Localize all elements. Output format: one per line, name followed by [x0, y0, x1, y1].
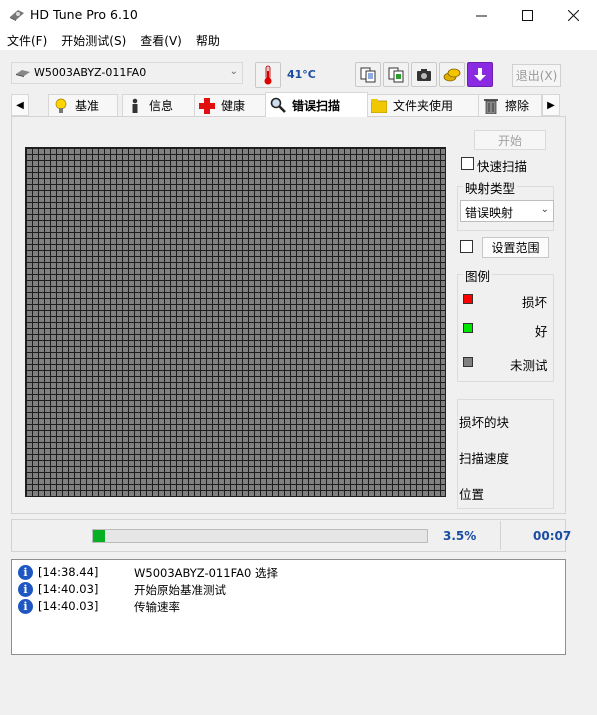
- app-logo-icon: [10, 10, 24, 21]
- tab-benchmark[interactable]: 基准: [48, 94, 118, 116]
- tab-erase-label: 擦除: [505, 99, 530, 113]
- exit-button[interactable]: 退出(X): [512, 64, 561, 87]
- log-time: [14:40.03]: [38, 599, 99, 613]
- download-arrow-icon: [474, 67, 486, 81]
- map-type-value: 错误映射: [465, 206, 514, 220]
- log-row: i [14:38.44] W5003ABYZ-011FA0 选择: [18, 564, 558, 580]
- info-icon: [127, 98, 143, 114]
- chevron-right-icon: ▶: [547, 99, 555, 111]
- info-circle-icon: i: [18, 582, 33, 597]
- tab-scroll-left[interactable]: ◀: [11, 94, 29, 116]
- set-range-button[interactable]: 设置范围: [482, 237, 549, 258]
- trash-icon: [483, 98, 499, 114]
- health-cross-icon: [199, 97, 215, 114]
- bulb-icon: [53, 98, 69, 114]
- tab-error-scan-label: 错误扫描: [292, 98, 341, 113]
- menu-file[interactable]: 文件(F): [0, 30, 54, 50]
- close-icon: [567, 9, 579, 21]
- range-checkbox[interactable]: [460, 240, 473, 253]
- save-button[interactable]: [467, 62, 493, 87]
- copy-text-button[interactable]: [355, 62, 381, 87]
- chevron-down-icon: ⌄: [229, 66, 238, 77]
- close-button[interactable]: [550, 0, 596, 30]
- error-map-grid: [25, 147, 446, 497]
- maximize-button[interactable]: [504, 0, 550, 30]
- toolbar: W5003ABYZ-011FA0 ⌄ 41°C 退出(X): [0, 50, 597, 92]
- menu-help[interactable]: 帮助: [189, 30, 227, 50]
- log-list[interactable]: i [14:38.44] W5003ABYZ-011FA0 选择 i [14:4…: [11, 559, 566, 655]
- magnifier-icon: [270, 97, 286, 113]
- damaged-blocks-label: 损坏的块: [459, 415, 510, 430]
- thermometer-icon: [264, 65, 272, 85]
- tab-scroll-right[interactable]: ▶: [542, 94, 560, 116]
- map-type-title: 映射类型: [463, 178, 518, 197]
- copy-icon: [360, 67, 376, 82]
- log-message: W5003ABYZ-011FA0 选择: [134, 566, 278, 580]
- tab-folder-usage-label: 文件夹使用: [393, 99, 454, 113]
- log-message: 传输速率: [134, 600, 180, 614]
- start-button[interactable]: 开始: [474, 130, 546, 150]
- tab-erase[interactable]: 擦除: [478, 94, 542, 116]
- legend-label-untested: 未测试: [510, 358, 548, 373]
- maximize-icon: [521, 9, 533, 21]
- temperature-button[interactable]: [255, 62, 281, 88]
- tab-info-label: 信息: [149, 99, 174, 113]
- map-type-select[interactable]: 错误映射 ⌄: [460, 200, 554, 222]
- log-time: [14:38.44]: [38, 565, 99, 579]
- tab-info[interactable]: 信息: [122, 94, 196, 116]
- elapsed-time: 00:07: [533, 529, 572, 543]
- log-time: [14:40.03]: [38, 582, 99, 596]
- tab-folder-usage[interactable]: 文件夹使用: [366, 94, 480, 116]
- legend-title: 图例: [463, 266, 493, 285]
- info-circle-icon: i: [18, 565, 33, 580]
- copy-all-icon: [388, 67, 404, 82]
- copy-all-button[interactable]: [383, 62, 409, 87]
- chevron-down-icon: ⌄: [540, 204, 549, 215]
- legend-swatch-damaged: [463, 294, 473, 304]
- info-circle-icon: i: [18, 599, 33, 614]
- progress-percent: 3.5%: [443, 529, 477, 543]
- quick-scan-checkbox[interactable]: [461, 157, 474, 170]
- temperature-value: 41°C: [287, 68, 316, 81]
- tab-error-scan[interactable]: 错误扫描: [265, 92, 368, 117]
- tab-health-label: 健康: [221, 99, 246, 113]
- minimize-button[interactable]: [458, 0, 504, 30]
- drive-select-value: W5003ABYZ-011FA0: [34, 66, 147, 79]
- quick-scan-label: 快速扫描: [477, 159, 528, 174]
- progress-fill: [93, 530, 105, 542]
- legend-label-damaged: 损坏: [522, 295, 548, 310]
- screenshot-button[interactable]: [411, 62, 437, 87]
- tab-health[interactable]: 健康: [194, 94, 274, 116]
- scan-speed-label: 扫描速度: [459, 451, 510, 466]
- divider: [500, 521, 501, 550]
- minimize-icon: [475, 15, 487, 16]
- tab-benchmark-label: 基准: [75, 99, 100, 113]
- tab-bar: ◀ 基准 信息 健康 错误扫描 文件夹使用 擦除 ▶: [11, 92, 567, 117]
- chevron-left-icon: ◀: [16, 99, 24, 111]
- drive-select[interactable]: W5003ABYZ-011FA0 ⌄: [11, 62, 243, 84]
- menu-view[interactable]: 查看(V): [133, 30, 189, 50]
- log-message: 开始原始基准测试: [134, 583, 226, 597]
- camera-icon: [417, 68, 431, 81]
- title-bar: HD Tune Pro 6.10: [0, 0, 597, 30]
- hard-drive-icon: [16, 70, 30, 77]
- legend-swatch-good: [463, 323, 473, 333]
- log-row: i [14:40.03] 传输速率: [18, 598, 558, 614]
- menu-start-test[interactable]: 开始测试(S): [54, 30, 133, 50]
- progress-bar: [92, 529, 428, 543]
- options-button[interactable]: [439, 62, 465, 87]
- position-label: 位置: [459, 487, 485, 502]
- folder-icon: [371, 98, 387, 114]
- options-icon: [443, 68, 461, 81]
- log-row: i [14:40.03] 开始原始基准测试: [18, 581, 558, 597]
- menu-bar: 文件(F) 开始测试(S) 查看(V) 帮助: [0, 30, 597, 50]
- window-title: HD Tune Pro 6.10: [30, 7, 138, 22]
- legend-label-good: 好: [535, 324, 548, 339]
- legend-swatch-untested: [463, 357, 473, 367]
